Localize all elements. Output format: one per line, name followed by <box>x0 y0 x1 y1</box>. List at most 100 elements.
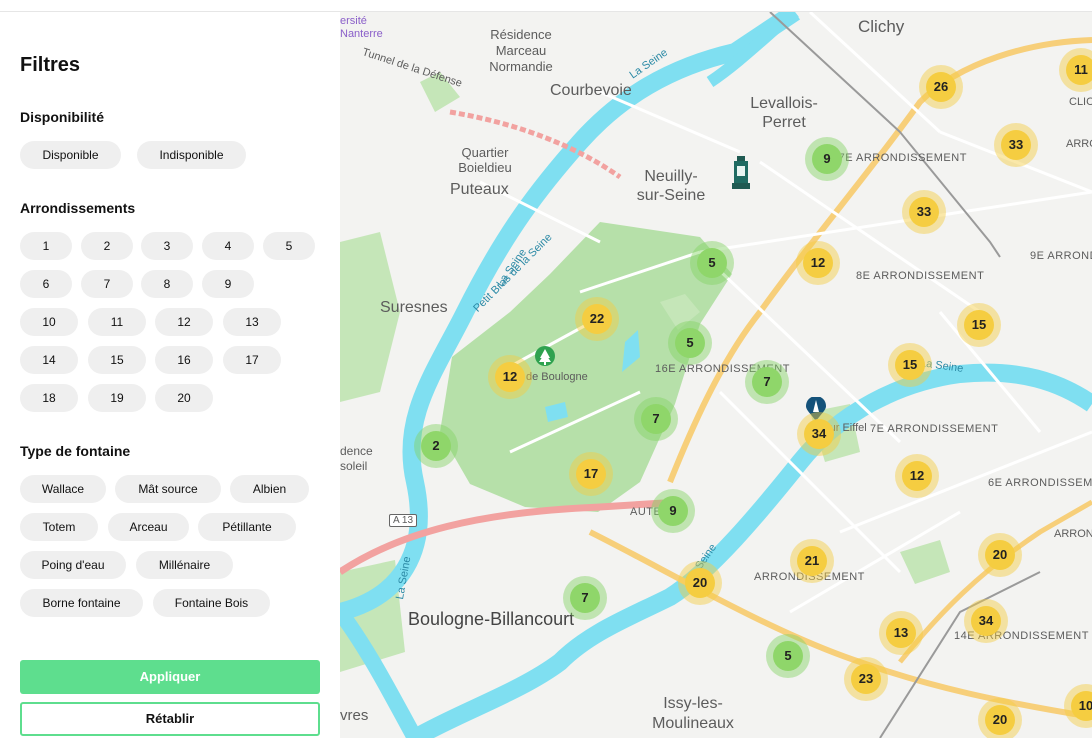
place-label: Résidence Marceau Normandie <box>489 27 553 74</box>
cluster-count: 11 <box>1066 55 1092 85</box>
chip-arr-5[interactable]: 5 <box>263 232 315 260</box>
cluster-marker[interactable]: 7 <box>745 360 789 404</box>
cluster-marker[interactable]: 20 <box>678 561 722 605</box>
cluster-count: 34 <box>971 606 1001 636</box>
chip-arr-20[interactable]: 20 <box>155 384 213 412</box>
cluster-count: 12 <box>495 362 525 392</box>
chip-type-millenaire[interactable]: Millénaire <box>136 551 233 579</box>
cluster-count: 2 <box>421 431 451 461</box>
cluster-count: 33 <box>909 197 939 227</box>
cluster-marker[interactable]: 9 <box>651 489 695 533</box>
highway-shield: A 13 <box>389 514 418 527</box>
fountain-type-heading: Type de fontaine <box>20 443 131 459</box>
cluster-marker[interactable]: 7 <box>563 576 607 620</box>
chip-arr-17[interactable]: 17 <box>223 346 281 374</box>
chip-arr-7[interactable]: 7 <box>81 270 133 298</box>
cluster-marker[interactable]: 33 <box>994 123 1038 167</box>
map-canvas[interactable]: Clichy Levallois-Perret Courbevoie Neuil… <box>340 12 1092 738</box>
cluster-marker[interactable]: 17 <box>569 452 613 496</box>
place-label: Nanterre <box>340 28 383 40</box>
cluster-marker[interactable]: 34 <box>797 412 841 456</box>
place-label: Puteaux <box>450 181 509 198</box>
chip-type-petillante[interactable]: Pétillante <box>198 513 296 541</box>
cluster-marker[interactable]: 9 <box>805 137 849 181</box>
cluster-count: 22 <box>582 304 612 334</box>
filters-title: Filtres <box>20 54 81 76</box>
cluster-count: 15 <box>964 310 994 340</box>
chip-arr-11[interactable]: 11 <box>88 308 146 336</box>
chip-type-albien[interactable]: Albien <box>230 475 309 503</box>
cluster-count: 23 <box>851 664 881 694</box>
chip-indisponible[interactable]: Indisponible <box>137 141 246 169</box>
chip-arr-9[interactable]: 9 <box>202 270 254 298</box>
place-label: Boulogne-Billancourt <box>408 609 575 629</box>
place-label: vres <box>340 707 369 724</box>
chip-arr-3[interactable]: 3 <box>141 232 193 260</box>
district-label: 7E ARRONDISSEMENT <box>870 423 999 435</box>
cluster-marker[interactable]: 12 <box>796 241 840 285</box>
cluster-count: 12 <box>803 248 833 278</box>
place-label: soleil <box>340 459 368 473</box>
chip-type-borne-fontaine[interactable]: Borne fontaine <box>20 589 143 617</box>
chip-type-wallace[interactable]: Wallace <box>20 475 106 503</box>
chip-type-fontaine-bois[interactable]: Fontaine Bois <box>153 589 270 617</box>
cluster-count: 12 <box>902 461 932 491</box>
reset-button[interactable]: Rétablir <box>20 702 320 736</box>
cluster-marker[interactable]: 22 <box>575 297 619 341</box>
chip-disponible[interactable]: Disponible <box>20 141 121 169</box>
cluster-marker[interactable]: 34 <box>964 599 1008 643</box>
chip-arr-14[interactable]: 14 <box>20 346 78 374</box>
cluster-count: 5 <box>675 328 705 358</box>
cluster-marker[interactable]: 15 <box>957 303 1001 347</box>
chip-arr-2[interactable]: 2 <box>81 232 133 260</box>
place-label: ersité <box>340 15 367 27</box>
cluster-count: 17 <box>576 459 606 489</box>
cluster-marker[interactable]: 12 <box>488 355 532 399</box>
cluster-count: 7 <box>641 404 671 434</box>
cluster-marker[interactable]: 2 <box>414 424 458 468</box>
cluster-marker[interactable]: 33 <box>902 190 946 234</box>
chip-arr-8[interactable]: 8 <box>141 270 193 298</box>
chip-type-mat-source[interactable]: Mât source <box>115 475 221 503</box>
arrondissements-heading: Arrondissements <box>20 200 136 216</box>
cluster-count: 5 <box>773 641 803 671</box>
top-bar <box>0 0 1092 12</box>
cluster-count: 9 <box>658 496 688 526</box>
park-label: de Boulogne <box>526 371 588 383</box>
cluster-count: 33 <box>1001 130 1031 160</box>
chip-type-totem[interactable]: Totem <box>20 513 98 541</box>
chip-arr-10[interactable]: 10 <box>20 308 78 336</box>
cluster-marker[interactable]: 5 <box>668 321 712 365</box>
cluster-marker[interactable]: 20 <box>978 533 1022 577</box>
chip-arr-19[interactable]: 19 <box>88 384 146 412</box>
cluster-marker[interactable]: 15 <box>888 343 932 387</box>
cluster-marker[interactable]: 5 <box>690 241 734 285</box>
chip-arr-4[interactable]: 4 <box>202 232 254 260</box>
cluster-count: 20 <box>985 540 1015 570</box>
cluster-count: 10 <box>1071 691 1092 721</box>
cluster-marker[interactable]: 21 <box>790 539 834 583</box>
cluster-count: 7 <box>752 367 782 397</box>
chip-arr-12[interactable]: 12 <box>155 308 213 336</box>
cluster-marker[interactable]: 20 <box>978 698 1022 738</box>
cluster-count: 21 <box>797 546 827 576</box>
chip-type-arceau[interactable]: Arceau <box>108 513 189 541</box>
cluster-marker[interactable]: 13 <box>879 611 923 655</box>
cluster-marker[interactable]: 12 <box>895 454 939 498</box>
chip-arr-15[interactable]: 15 <box>88 346 146 374</box>
cluster-count: 15 <box>895 350 925 380</box>
cluster-marker[interactable]: 7 <box>634 397 678 441</box>
cluster-marker[interactable]: 23 <box>844 657 888 701</box>
chip-arr-13[interactable]: 13 <box>223 308 281 336</box>
apply-button[interactable]: Appliquer <box>20 660 320 694</box>
chip-arr-6[interactable]: 6 <box>20 270 72 298</box>
chip-arr-18[interactable]: 18 <box>20 384 78 412</box>
cluster-marker[interactable]: 26 <box>919 65 963 109</box>
chip-type-poing-d-eau[interactable]: Poing d'eau <box>20 551 126 579</box>
cluster-marker[interactable]: 5 <box>766 634 810 678</box>
chip-arr-1[interactable]: 1 <box>20 232 72 260</box>
cluster-count: 26 <box>926 72 956 102</box>
place-label: dence <box>340 444 373 458</box>
chip-arr-16[interactable]: 16 <box>155 346 213 374</box>
place-label: Levallois-Perret <box>750 95 818 131</box>
